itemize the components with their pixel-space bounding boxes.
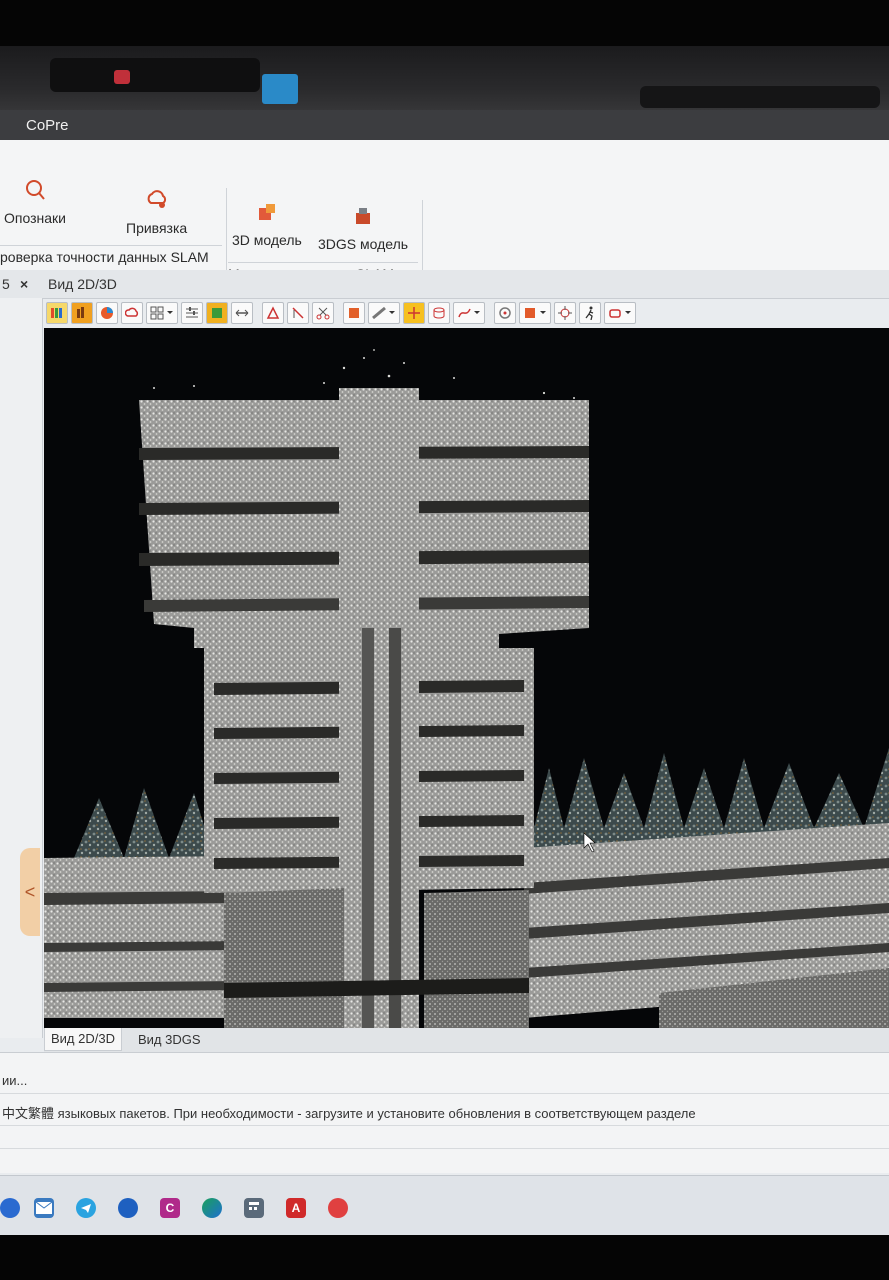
app-a-icon[interactable]: A	[286, 1198, 306, 1218]
binding-label: Привязка	[126, 220, 188, 236]
edge-browser-icon[interactable]	[202, 1198, 222, 1218]
tab-2d3d-view[interactable]: Вид 2D/3D	[48, 276, 117, 292]
view-toolbar	[44, 298, 889, 328]
markers-button[interactable]: Опознаки	[4, 178, 66, 226]
binding-icon	[147, 190, 166, 208]
log-line-1: ии...	[2, 1073, 28, 1088]
layers-dropdown-icon[interactable]	[146, 302, 178, 324]
model3dgs-icon	[356, 208, 371, 224]
export-dropdown-icon[interactable]	[604, 302, 636, 324]
bezel-camera-strip	[50, 58, 260, 92]
bezel-red-light	[114, 70, 130, 84]
highlight-tool-icon[interactable]	[403, 302, 425, 324]
clip-plane-icon[interactable]	[287, 302, 309, 324]
title-bar: CoPre	[0, 110, 889, 140]
log-divider	[0, 1148, 889, 1149]
document-tabs: 5 × Вид 2D/3D	[0, 270, 889, 299]
settings-sliders-icon[interactable]	[181, 302, 203, 324]
left-panel: <	[0, 298, 43, 1038]
log-line-2: 中文繁體 языковых пакетов. При необходимости…	[2, 1106, 696, 1121]
measure-distance-icon[interactable]	[231, 302, 253, 324]
rgb-color-icon[interactable]	[96, 302, 118, 324]
ribbon-separator	[422, 200, 423, 270]
cylinder-icon[interactable]	[428, 302, 450, 324]
model3dgs-label: 3DGS модель	[318, 236, 409, 252]
log-divider	[0, 1093, 889, 1094]
app-screen: CoPre Опознаки Привязка роверка точности…	[0, 110, 889, 1235]
viewport-3d[interactable]	[44, 328, 889, 1028]
intensity-icon[interactable]	[71, 302, 93, 324]
rotate-view-icon[interactable]	[494, 302, 516, 324]
start-icon[interactable]	[0, 1198, 20, 1218]
app-x-icon[interactable]	[328, 1198, 348, 1218]
bezel-blue-light	[262, 74, 298, 104]
walk-mode-icon[interactable]	[579, 302, 601, 324]
mail-icon[interactable]	[34, 1198, 54, 1218]
fill-color-dropdown-icon[interactable]	[519, 302, 551, 324]
cloud-filter-icon[interactable]	[121, 302, 143, 324]
color-bar-icon[interactable]	[46, 302, 68, 324]
app-title: CoPre	[26, 116, 69, 134]
group-slam-accuracy-label: роверка точности данных SLAM	[0, 245, 222, 265]
app-c-icon[interactable]: C	[160, 1198, 180, 1218]
pin-icon[interactable]: 5	[2, 276, 10, 292]
ribbon: Опознаки Привязка роверка точности данны…	[0, 140, 889, 282]
target-center-icon[interactable]	[554, 302, 576, 324]
markers-icon	[25, 180, 45, 200]
monitor-bezel	[0, 46, 889, 118]
taskbar: C A	[0, 1175, 889, 1235]
box-select-icon[interactable]	[343, 302, 365, 324]
telegram-icon[interactable]	[76, 1198, 96, 1218]
calculator-icon[interactable]	[244, 1198, 264, 1218]
scissors-icon[interactable]	[312, 302, 334, 324]
tab-view-3dgs[interactable]: Вид 3DGS	[138, 1032, 201, 1047]
display-mode-icon[interactable]	[206, 302, 228, 324]
point-cloud-canvas[interactable]	[44, 328, 889, 1028]
model3d-icon	[258, 204, 275, 220]
log-panel: ии... 中文繁體 языковых пакетов. При необход…	[0, 1052, 889, 1173]
collapse-panel-handle[interactable]: <	[20, 848, 40, 936]
bezel-right-strip	[640, 86, 880, 108]
binding-button[interactable]: Привязка	[126, 188, 187, 236]
model3d-button[interactable]: 3D модель	[232, 200, 302, 248]
clip-box-icon[interactable]	[262, 302, 284, 324]
log-divider	[0, 1125, 889, 1126]
path-dropdown-icon[interactable]	[453, 302, 485, 324]
close-icon[interactable]: ×	[20, 276, 28, 292]
markers-label: Опознаки	[4, 210, 66, 226]
view-tabs: Вид 2D/3D Вид 3DGS	[44, 1028, 889, 1052]
edge-legacy-icon[interactable]	[118, 1198, 138, 1218]
model3d-label: 3D модель	[232, 232, 302, 248]
ruler-dropdown-icon[interactable]	[368, 302, 400, 324]
ribbon-separator	[226, 188, 227, 278]
model3dgs-button[interactable]: 3DGS модель	[318, 204, 408, 252]
tab-view-2d3d[interactable]: Вид 2D/3D	[44, 1028, 122, 1051]
